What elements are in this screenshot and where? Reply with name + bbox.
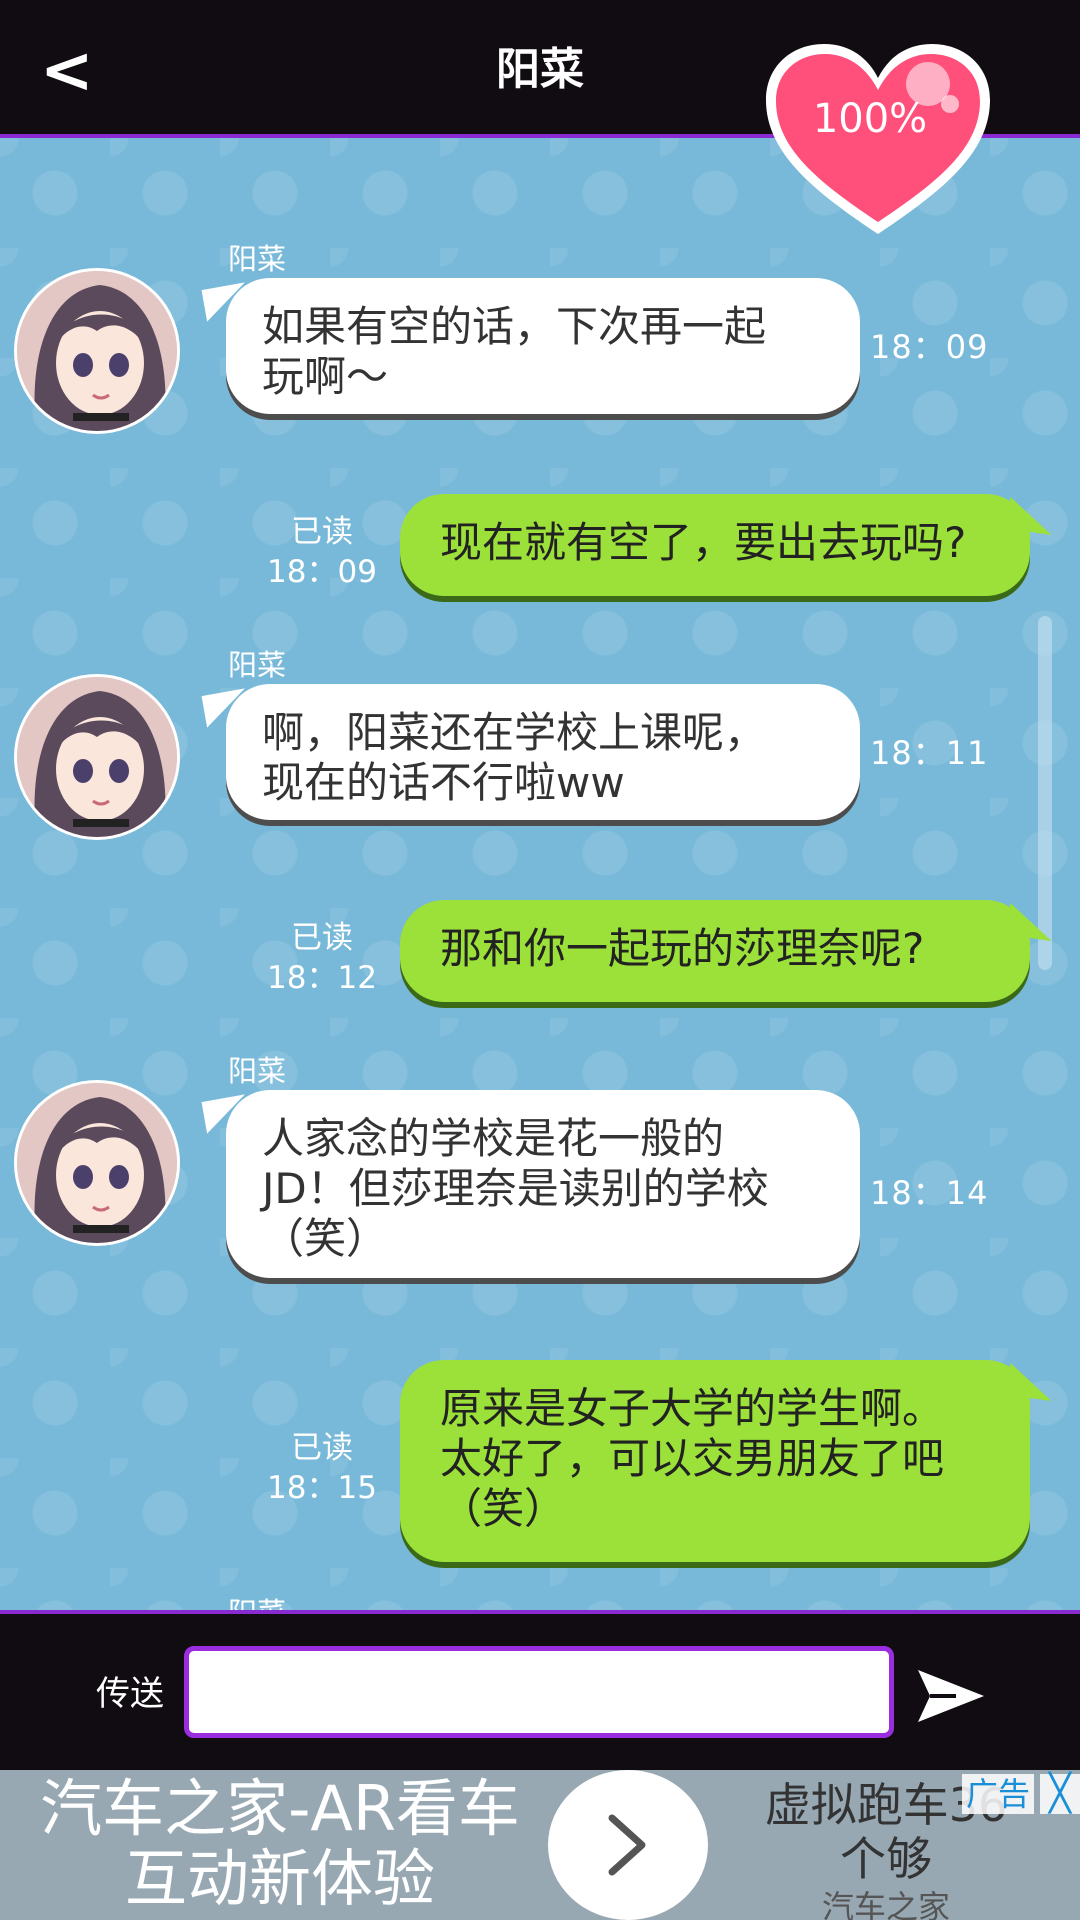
message-time: 18：09 xyxy=(267,554,377,590)
read-status: 已读 xyxy=(291,920,353,956)
avatar[interactable] xyxy=(14,674,180,840)
read-receipt: 已读 18：09 xyxy=(262,512,382,592)
ad-badge: 广告 xyxy=(962,1774,1035,1814)
message-time: 18：12 xyxy=(267,960,377,996)
message-line: 人家念的学校是花一般的 xyxy=(262,1114,725,1163)
ad-description-line: 个够 xyxy=(840,1832,932,1886)
ad-source: 汽车之家 xyxy=(821,1888,950,1920)
send-label: 传送 xyxy=(96,1674,164,1714)
message-time: 18：14 xyxy=(870,1174,989,1212)
message-time: 18：09 xyxy=(870,328,989,366)
message-line: 如果有空的话，下次再一起 xyxy=(262,302,767,351)
message-time: 18：15 xyxy=(267,1470,377,1506)
affection-percent: 100% xyxy=(813,96,927,142)
send-button[interactable] xyxy=(916,1666,986,1726)
ad-headline-line: 互动新体验 xyxy=(124,1842,435,1915)
message-input[interactable] xyxy=(184,1646,894,1738)
read-receipt: 已读 18：15 xyxy=(262,1428,382,1508)
message-line: 现在就有空了，要出去玩吗? xyxy=(440,518,967,567)
message-line: （笑） xyxy=(262,1214,389,1263)
read-receipt: 已读 18：12 xyxy=(262,918,382,998)
message-input-bar: 传送 xyxy=(0,1610,1080,1770)
message-line: 那和你一起玩的莎理奈呢? xyxy=(440,924,925,973)
message-line: 原来是女子大学的学生啊。 xyxy=(440,1384,945,1433)
outgoing-message-bubble[interactable]: 现在就有空了，要出去玩吗? xyxy=(400,494,1030,596)
message-line: （笑） xyxy=(440,1484,567,1533)
girl-avatar-icon xyxy=(17,271,177,431)
girl-avatar-icon xyxy=(17,677,177,837)
chevron-right-icon xyxy=(608,1814,646,1876)
message-line: 玩啊～ xyxy=(262,352,389,401)
ad-close-button[interactable]: ╳ xyxy=(1040,1774,1080,1814)
ad-headline-line: 汽车之家-AR看车 xyxy=(40,1772,520,1845)
ad-banner[interactable]: 汽车之家-AR看车 互动新体验 虚拟跑车36 个够 汽车之家 广告 ╳ xyxy=(0,1770,1080,1920)
ad-arrow-button[interactable] xyxy=(548,1770,708,1920)
incoming-message-bubble[interactable]: 如果有空的话，下次再一起 玩啊～ xyxy=(226,278,860,414)
message-time: 18：11 xyxy=(870,734,989,772)
message-line: 现在的话不行啦ww xyxy=(262,758,625,807)
sender-name: 阳菜 xyxy=(228,242,287,276)
read-status: 已读 xyxy=(291,514,353,550)
message-line: 太好了，可以交男朋友了吧 xyxy=(440,1434,945,1483)
chat-area[interactable]: 阳菜 如果有空的话，下次再一起 玩啊～ 18：09 已读 18：09 现在就有空… xyxy=(0,138,1080,1610)
affection-heart: 100% xyxy=(762,40,994,240)
read-status: 已读 xyxy=(291,1430,353,1466)
sender-name: 阳菜 xyxy=(228,1590,286,1610)
message-line: JD！但莎理奈是读别的学校 xyxy=(262,1164,769,1213)
avatar[interactable] xyxy=(14,1080,180,1246)
heart-icon: 100% xyxy=(766,44,990,234)
avatar[interactable] xyxy=(14,268,180,434)
incoming-message-bubble[interactable]: 啊，阳菜还在学校上课呢， 现在的话不行啦ww xyxy=(226,684,860,820)
sender-name: 阳菜 xyxy=(228,1054,287,1088)
ad-headline[interactable]: 汽车之家-AR看车 互动新体验 xyxy=(0,1774,560,1914)
message-line: 啊，阳菜还在学校上课呢， xyxy=(262,708,767,757)
incoming-message-bubble[interactable]: 人家念的学校是花一般的 JD！但莎理奈是读别的学校 （笑） xyxy=(226,1090,860,1278)
outgoing-message-bubble[interactable]: 那和你一起玩的莎理奈呢? xyxy=(400,900,1030,1002)
girl-avatar-icon xyxy=(17,1083,177,1243)
sender-name: 阳菜 xyxy=(228,648,287,682)
outgoing-message-bubble[interactable]: 原来是女子大学的学生啊。 太好了，可以交男朋友了吧 （笑） xyxy=(400,1360,1030,1562)
paper-plane-icon xyxy=(918,1670,984,1722)
